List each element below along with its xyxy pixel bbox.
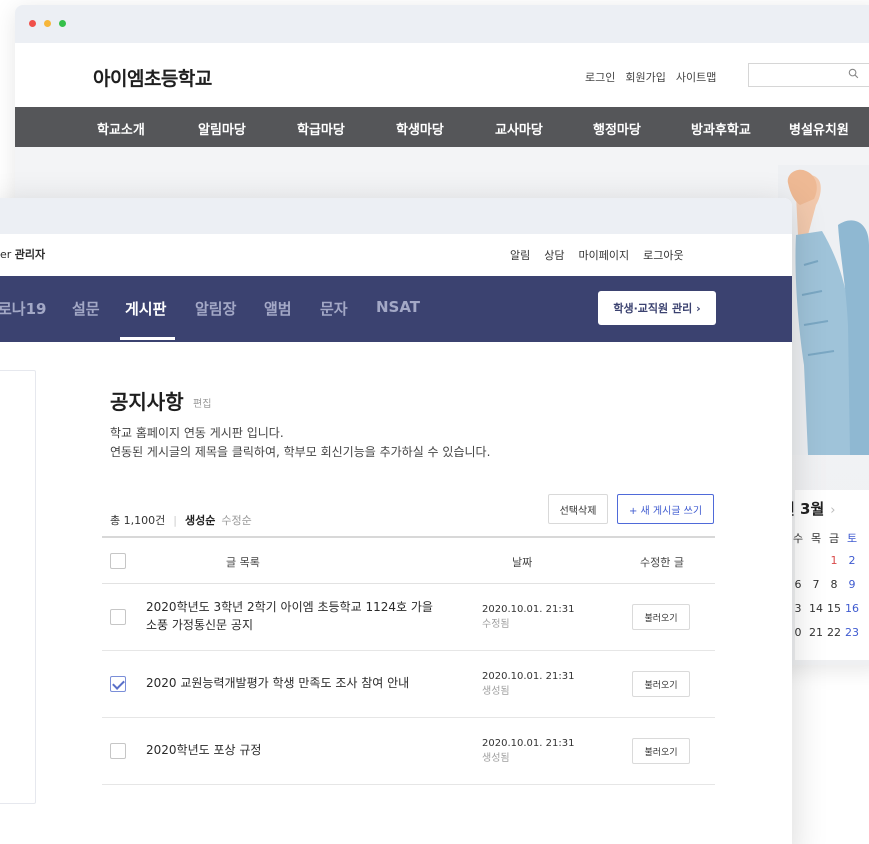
calendar-day[interactable]: 7 [807,578,825,591]
calendar-week-row: 6789 [789,578,861,591]
school-header: 아이엠초등학교 로그인 회원가입 사이트맵 [15,43,869,107]
load-button[interactable]: 불러오기 [632,671,690,697]
calendar-day[interactable]: 2 [843,554,861,567]
active-tab-indicator [120,337,175,340]
calendar-day[interactable]: 14 [807,602,825,615]
admin-brand[interactable]: er 관리자 [0,246,45,262]
nav-teacher[interactable]: 교사마당 [495,119,543,138]
sort-by-created[interactable]: 생성순 [185,514,215,527]
row-checkbox[interactable] [110,609,126,625]
table-row[interactable]: 2020 교원능력개발평가 학생 만족도 조사 참여 안내 2020.10.01… [102,651,715,718]
admin-main-nav: 로나19 설문 게시판 알림장 앨범 문자 NSAT 학생·교직원 관리 › [0,276,792,342]
tab-survey[interactable]: 설문 [72,298,100,319]
edit-title-link[interactable]: 편집 [193,395,211,410]
sitemap-link[interactable]: 사이트맵 [676,69,716,85]
calendar-weekday-row: 수목금토 [789,530,861,546]
maximize-window-dot[interactable] [59,20,66,27]
post-date: 2020.10.01. 21:31 생성됨 [482,738,575,764]
calendar-day[interactable]: 21 [807,626,825,639]
page-title: 공지사항 [110,390,184,414]
select-all-checkbox[interactable] [110,553,126,569]
site-search-input[interactable] [748,63,869,87]
delete-selected-button[interactable]: 선택삭제 [548,494,608,524]
new-post-button[interactable]: + 새 게시글 쓰기 [617,494,714,524]
close-window-dot[interactable] [29,20,36,27]
calendar-day[interactable]: 1 [825,554,843,567]
weekday-thu: 목 [810,532,822,545]
board-description-1: 학교 홈페이지 연동 게시판 입니다. [110,426,284,440]
search-icon[interactable] [848,68,859,82]
table-header: 글 목록 날짜 수정한 글 [102,536,715,584]
tab-nsat[interactable]: NSAT [376,298,420,316]
tab-album[interactable]: 앨범 [264,298,292,319]
chevron-right-icon[interactable]: › [830,503,835,518]
post-title[interactable]: 2020학년도 3학년 2학기 아이엠 초등학교 1124호 가을 소풍 가정통… [146,598,446,634]
manage-students-staff-button[interactable]: 학생·교직원 관리 › [598,291,716,325]
logout-link[interactable]: 로그아웃 [643,247,683,263]
board-description-2: 연동된 게시글의 제목을 클릭하여, 학부모 회신기능을 추가하실 수 있습니다… [110,445,491,459]
nav-school-intro[interactable]: 학교소개 [97,119,145,138]
window-titlebar [15,5,869,43]
column-title: 글 목록 [226,556,260,569]
column-edited: 수정한 글 [640,556,684,569]
table-row[interactable]: 2020학년도 3학년 2학기 아이엠 초등학교 1124호 가을 소풍 가정통… [102,584,715,651]
post-title[interactable]: 2020 교원능력개발평가 학생 만족도 조사 참여 안내 [146,674,446,692]
post-status: 수정됨 [482,619,510,630]
calendar-day[interactable]: 15 [825,602,843,615]
posts-table: 글 목록 날짜 수정한 글 2020학년도 3학년 2학기 아이엠 초등학교 1… [102,536,715,785]
calendar-day[interactable]: 9 [843,578,861,591]
nav-class[interactable]: 학급마당 [297,119,345,138]
tab-sms[interactable]: 문자 [320,298,348,319]
weekday-fri: 금 [828,532,840,545]
nav-notice[interactable]: 알림마당 [198,119,246,138]
row-checkbox[interactable] [110,676,126,692]
row-checkbox[interactable] [110,743,126,759]
nav-student[interactable]: 학생마당 [396,119,444,138]
post-date: 2020.10.01. 21:31 생성됨 [482,671,575,697]
calendar-day[interactable]: 16 [843,602,861,615]
sort-by-modified[interactable]: 수정순 [221,514,251,527]
notifications-link[interactable]: 알림 [510,247,530,263]
consult-link[interactable]: 상담 [544,247,564,263]
load-button[interactable]: 불러오기 [632,738,690,764]
stage: 아이엠초등학교 로그인 회원가입 사이트맵 학교소개 알림마당 학급마당 학생마… [0,0,869,844]
tab-covid19[interactable]: 로나19 [0,298,46,319]
post-date: 2020.10.01. 21:31 수정됨 [482,604,575,630]
calendar-week-row: 0 21 22 23 [789,626,861,639]
nav-admin[interactable]: 행정마당 [593,119,641,138]
tab-notice-book[interactable]: 알림장 [195,298,236,319]
weekday-sat: 토 [846,532,858,545]
post-status: 생성됨 [482,753,510,764]
nav-afterschool[interactable]: 방과후학교 [691,119,751,138]
calendar-week-row: 12 [789,554,861,567]
admin-window-titlebar [0,198,792,234]
calendar-widget: 년 3월 › 수목금토 12 6789 3 14 15 16 0 21 22 23 [781,490,869,660]
calendar-day[interactable]: 23 [843,626,861,639]
admin-header-links: 알림 상담 마이페이지 로그아웃 [510,247,684,263]
signup-link[interactable]: 회원가입 [625,69,665,85]
mypage-link[interactable]: 마이페이지 [579,247,630,263]
minimize-window-dot[interactable] [44,20,51,27]
calendar-week-row: 3 14 15 16 [789,602,861,615]
load-button[interactable]: 불러오기 [632,604,690,630]
total-count: 총 1,100건 [110,514,166,527]
left-side-panel [0,370,36,804]
nav-kindergarten[interactable]: 병설유치원 [789,119,849,138]
calendar-day[interactable]: 22 [825,626,843,639]
admin-window: er 관리자 알림 상담 마이페이지 로그아웃 로나19 설문 게시판 알림장 … [0,198,792,844]
top-links: 로그인 회원가입 사이트맵 [585,69,716,85]
post-title[interactable]: 2020학년도 포상 규정 [146,741,446,759]
list-summary: 총 1,100건 | 생성순 수정순 [110,514,252,527]
admin-header: er 관리자 알림 상담 마이페이지 로그아웃 [0,234,792,276]
post-status: 생성됨 [482,686,510,697]
table-row[interactable]: 2020학년도 포상 규정 2020.10.01. 21:31 생성됨 불러오기 [102,718,715,785]
column-date: 날짜 [512,556,533,569]
tab-board[interactable]: 게시판 [125,298,166,319]
login-link[interactable]: 로그인 [585,69,615,85]
school-name[interactable]: 아이엠초등학교 [93,64,212,91]
school-main-nav: 학교소개 알림마당 학급마당 학생마당 교사마당 행정마당 방과후학교 병설유치… [15,107,869,147]
calendar-day[interactable]: 8 [825,578,843,591]
